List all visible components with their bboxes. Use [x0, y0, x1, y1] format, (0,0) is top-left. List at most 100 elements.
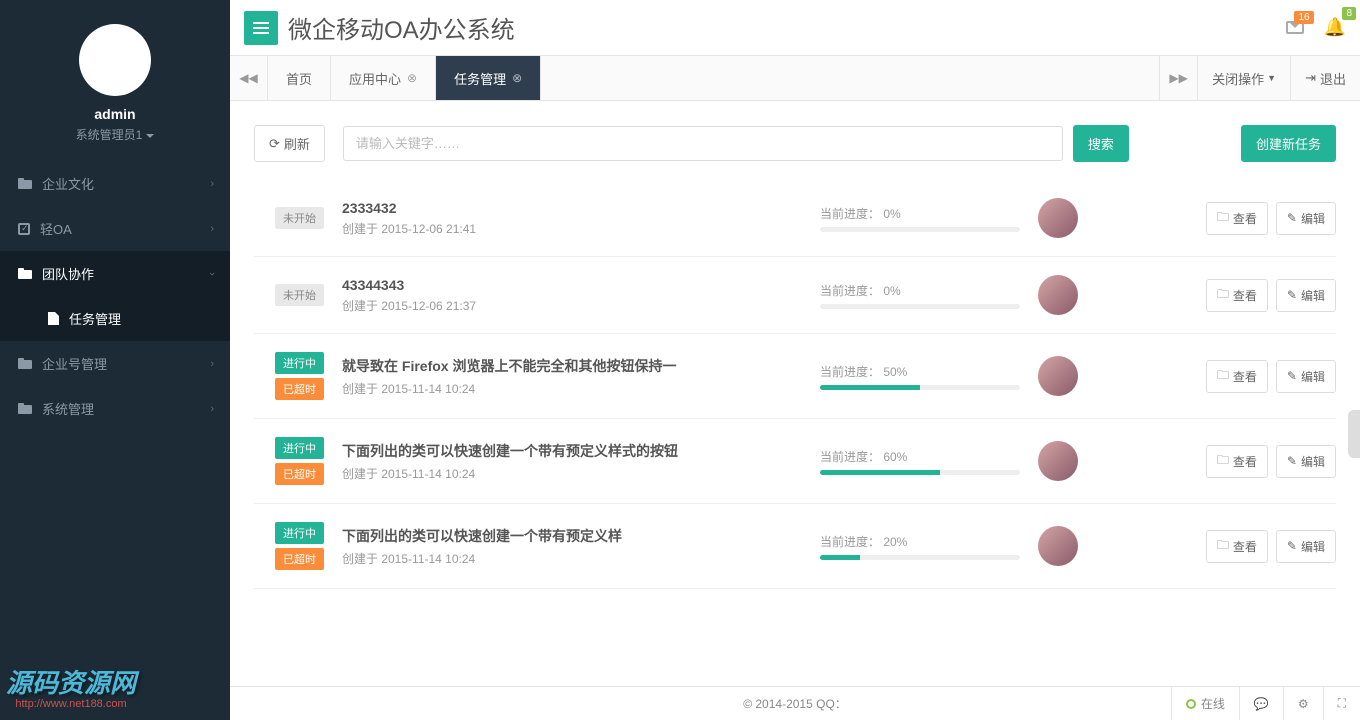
task-row: 未开始 43344343 创建于 2015-12-06 21:37 当前进度： … — [254, 257, 1336, 334]
task-avatar[interactable] — [1038, 198, 1078, 238]
status-col: 未开始 — [254, 284, 324, 306]
check-icon — [18, 223, 30, 235]
progress-bar — [820, 555, 1020, 560]
status-col: 进行中已超时 — [254, 437, 324, 485]
logout-icon: ⇥ — [1305, 70, 1316, 86]
progress-col: 当前进度： 20% — [820, 533, 1020, 560]
edit-button[interactable]: ✎编辑 — [1276, 360, 1336, 393]
edit-button[interactable]: ✎编辑 — [1276, 445, 1336, 478]
sidebar-item-task-mgmt[interactable]: 任务管理 — [0, 296, 230, 341]
settings-button[interactable]: ⚙ — [1283, 687, 1323, 720]
side-drawer-handle[interactable] — [1348, 410, 1360, 458]
view-button[interactable]: 🗀查看 — [1206, 279, 1268, 312]
footer: © 2014-2015 QQ： 在线 💬 ⚙ ⛶ — [230, 686, 1360, 720]
pencil-icon: ✎ — [1287, 211, 1297, 225]
task-title[interactable]: 就导致在 Firefox 浏览器上不能完全和其他按钮保持一 — [342, 356, 802, 376]
sidebar-item-enterprise-mgmt[interactable]: 企业号管理 › — [0, 341, 230, 386]
content: ⟳刷新 搜索 创建新任务 未开始 2333432 创建于 2015-12-06 … — [230, 101, 1360, 720]
task-title[interactable]: 下面列出的类可以快速创建一个带有预定义样 — [342, 526, 802, 546]
refresh-button[interactable]: ⟳刷新 — [254, 125, 325, 162]
tab-home[interactable]: 首页 — [268, 56, 331, 100]
progress-bar — [820, 304, 1020, 309]
bell-icon: 🔔 — [1324, 17, 1346, 37]
status-col: 进行中已超时 — [254, 352, 324, 400]
edit-button[interactable]: ✎编辑 — [1276, 530, 1336, 563]
view-button[interactable]: 🗀查看 — [1206, 360, 1268, 393]
task-info: 43344343 创建于 2015-12-06 21:37 — [342, 277, 802, 314]
task-avatar[interactable] — [1038, 275, 1078, 315]
edit-button[interactable]: ✎编辑 — [1276, 279, 1336, 312]
task-row: 未开始 2333432 创建于 2015-12-06 21:41 当前进度： 0… — [254, 180, 1336, 257]
tab-scroll-left[interactable]: ◀◀ — [230, 56, 268, 100]
task-meta: 创建于 2015-11-14 10:24 — [342, 465, 802, 482]
folder-icon — [18, 268, 32, 279]
fullscreen-button[interactable]: ⛶ — [1323, 687, 1360, 720]
search-input[interactable] — [343, 126, 1063, 161]
online-status[interactable]: 在线 — [1171, 687, 1239, 720]
task-avatar[interactable] — [1038, 526, 1078, 566]
task-row: 进行中已超时 下面列出的类可以快速创建一个带有预定义样 创建于 2015-11-… — [254, 504, 1336, 589]
status-col: 进行中已超时 — [254, 522, 324, 570]
status-badge: 进行中 — [275, 352, 324, 374]
notification-mail[interactable]: 16 — [1286, 21, 1304, 34]
tab-app-center[interactable]: 应用中心⊗ — [331, 56, 436, 100]
tab-close-ops-dropdown[interactable]: 关闭操作▼ — [1197, 56, 1290, 100]
tab-task-mgmt[interactable]: 任务管理⊗ — [436, 56, 541, 100]
sidebar-item-label: 企业文化 — [42, 174, 94, 193]
task-title[interactable]: 2333432 — [342, 200, 802, 216]
view-button[interactable]: 🗀查看 — [1206, 530, 1268, 563]
pencil-icon: ✎ — [1287, 539, 1297, 553]
badge-count: 16 — [1294, 11, 1313, 24]
task-info: 就导致在 Firefox 浏览器上不能完全和其他按钮保持一 创建于 2015-1… — [342, 356, 802, 397]
chat-icon: 💬 — [1254, 697, 1269, 711]
close-icon[interactable]: ⊗ — [512, 71, 522, 85]
task-avatar[interactable] — [1038, 441, 1078, 481]
status-dot-icon — [1186, 699, 1196, 709]
sidebar-toggle-button[interactable] — [244, 11, 278, 45]
notification-bell[interactable]: 🔔 8 — [1324, 17, 1346, 38]
close-icon[interactable]: ⊗ — [407, 71, 417, 85]
refresh-icon: ⟳ — [269, 136, 280, 152]
progress-label: 当前进度： 0% — [820, 282, 1020, 299]
avatar[interactable] — [79, 24, 151, 96]
progress-col: 当前进度： 0% — [820, 205, 1020, 232]
toolbar: ⟳刷新 搜索 创建新任务 — [254, 125, 1336, 162]
progress-col: 当前进度： 0% — [820, 282, 1020, 309]
task-actions: 🗀查看 ✎编辑 — [1206, 445, 1336, 478]
tab-scroll-right[interactable]: ▶▶ — [1159, 56, 1197, 100]
chevron-right-icon: › — [210, 358, 214, 370]
sidebar-item-label: 轻OA — [40, 219, 72, 238]
status-badge: 进行中 — [275, 437, 324, 459]
header: 微企移动OA办公系统 16 🔔 8 — [230, 0, 1360, 55]
task-avatar[interactable] — [1038, 356, 1078, 396]
sidebar-item-company-culture[interactable]: 企业文化 › — [0, 161, 230, 206]
search-button[interactable]: 搜索 — [1073, 125, 1129, 162]
task-info: 2333432 创建于 2015-12-06 21:41 — [342, 200, 802, 237]
task-actions: 🗀查看 ✎编辑 — [1206, 360, 1336, 393]
task-meta: 创建于 2015-11-14 10:24 — [342, 550, 802, 567]
view-button[interactable]: 🗀查看 — [1206, 445, 1268, 478]
task-title[interactable]: 下面列出的类可以快速创建一个带有预定义样式的按钮 — [342, 441, 802, 461]
progress-label: 当前进度： 50% — [820, 363, 1020, 380]
status-badge: 已超时 — [275, 548, 324, 570]
view-button[interactable]: 🗀查看 — [1206, 202, 1268, 235]
sidebar-item-label: 系统管理 — [42, 399, 94, 418]
status-badge: 已超时 — [275, 463, 324, 485]
sidebar-item-team-collab[interactable]: 团队协作 › — [0, 251, 230, 296]
task-title[interactable]: 43344343 — [342, 277, 802, 293]
status-badge: 未开始 — [275, 284, 324, 306]
status-badge: 进行中 — [275, 522, 324, 544]
create-task-button[interactable]: 创建新任务 — [1241, 125, 1336, 162]
logout-button[interactable]: ⇥退出 — [1290, 56, 1360, 100]
chevron-right-icon: › — [210, 403, 214, 415]
sidebar-item-system-mgmt[interactable]: 系统管理 › — [0, 386, 230, 431]
task-info: 下面列出的类可以快速创建一个带有预定义样 创建于 2015-11-14 10:2… — [342, 526, 802, 567]
folder-icon: 🗀 — [1217, 285, 1229, 306]
edit-button[interactable]: ✎编辑 — [1276, 202, 1336, 235]
pencil-icon: ✎ — [1287, 288, 1297, 302]
sidebar-item-light-oa[interactable]: 轻OA › — [0, 206, 230, 251]
role-dropdown[interactable]: 系统管理员1 — [0, 126, 230, 143]
chat-button[interactable]: 💬 — [1239, 687, 1283, 720]
progress-col: 当前进度： 50% — [820, 363, 1020, 390]
progress-col: 当前进度： 60% — [820, 448, 1020, 475]
